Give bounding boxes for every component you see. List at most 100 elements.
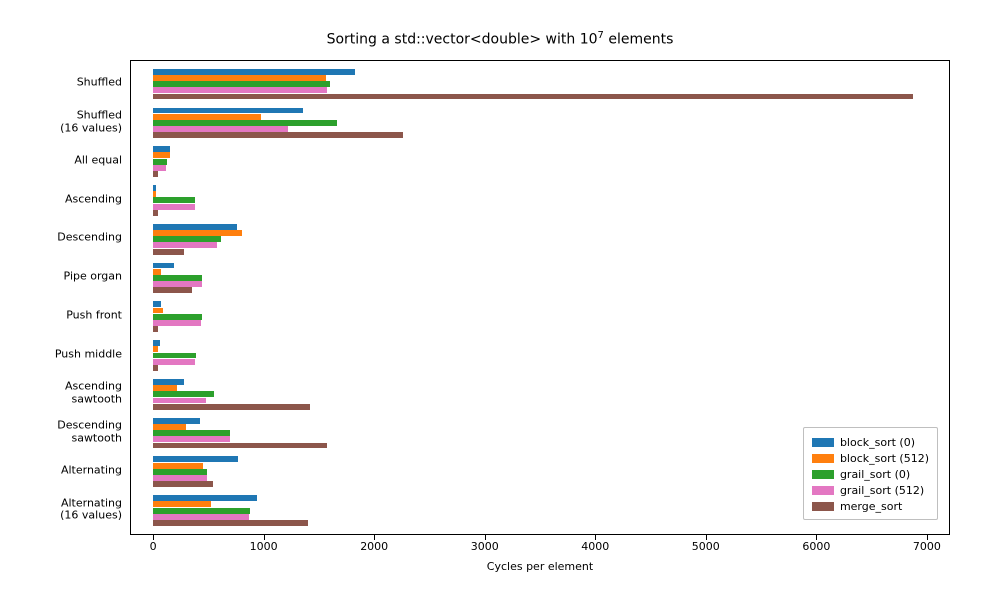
x-tick-label: 7000 xyxy=(913,540,941,553)
bar xyxy=(153,81,330,87)
y-tick-label: Alternating(16 values) xyxy=(0,497,122,522)
legend-label: grail_sort (0) xyxy=(840,468,910,481)
bar xyxy=(153,242,217,248)
bar xyxy=(153,463,203,469)
bar xyxy=(153,346,157,352)
bar xyxy=(153,391,214,397)
bar xyxy=(153,126,288,132)
x-tick-label: 6000 xyxy=(802,540,830,553)
bar xyxy=(153,308,163,314)
bar xyxy=(153,281,202,287)
bar xyxy=(153,443,327,449)
bar xyxy=(153,224,237,230)
legend-label: merge_sort xyxy=(840,500,902,513)
bar xyxy=(153,132,403,138)
y-tick-label: All equal xyxy=(0,154,122,167)
bar xyxy=(153,398,206,404)
bar xyxy=(153,210,157,216)
bar xyxy=(153,275,202,281)
bar xyxy=(153,379,184,385)
bar xyxy=(153,495,257,501)
bar xyxy=(153,87,327,93)
bar xyxy=(153,152,170,158)
bar xyxy=(153,191,156,197)
y-tick-label: Descendingsawtooth xyxy=(0,420,122,445)
y-tick-label: Ascending xyxy=(0,193,122,206)
bar xyxy=(153,249,184,255)
bar xyxy=(153,236,220,242)
legend-swatch xyxy=(812,486,834,495)
bar xyxy=(153,418,199,424)
legend-swatch xyxy=(812,502,834,511)
bar xyxy=(153,287,192,293)
bar xyxy=(153,120,336,126)
bar xyxy=(153,204,195,210)
bar xyxy=(153,520,308,526)
bar xyxy=(153,269,161,275)
legend-label: block_sort (0) xyxy=(840,436,915,449)
x-tick-label: 5000 xyxy=(692,540,720,553)
x-axis-label: Cycles per element xyxy=(130,560,950,573)
bar xyxy=(153,165,166,171)
chart-title: Sorting a std::vector<double> with 107 e… xyxy=(0,30,1000,48)
bar xyxy=(153,263,174,269)
bar xyxy=(153,508,250,514)
bar xyxy=(153,501,210,507)
bar xyxy=(153,481,213,487)
legend-swatch xyxy=(812,438,834,447)
bar xyxy=(153,385,177,391)
legend: block_sort (0) block_sort (512) grail_sort… xyxy=(803,427,938,520)
x-tick-label: 4000 xyxy=(581,540,609,553)
chart-title-suffix: elements xyxy=(604,32,673,48)
legend-label: grail_sort (512) xyxy=(840,484,924,497)
y-tick-label: Ascendingsawtooth xyxy=(0,381,122,406)
bar xyxy=(153,108,303,114)
bar xyxy=(153,340,160,346)
y-tick-label: Descending xyxy=(0,232,122,245)
x-tick-label: 3000 xyxy=(471,540,499,553)
bar xyxy=(153,197,195,203)
y-tick-label: Push front xyxy=(0,310,122,323)
x-tick-label: 2000 xyxy=(360,540,388,553)
bar xyxy=(153,436,230,442)
bar xyxy=(153,146,170,152)
bar xyxy=(153,469,207,475)
x-tick-label: 1000 xyxy=(250,540,278,553)
bar xyxy=(153,159,167,165)
legend-label: block_sort (512) xyxy=(840,452,929,465)
bar xyxy=(153,314,202,320)
y-tick-label: Push middle xyxy=(0,348,122,361)
bar xyxy=(153,75,325,81)
y-tick-label: Alternating xyxy=(0,465,122,478)
legend-item: block_sort (512) xyxy=(812,450,929,466)
bar xyxy=(153,475,207,481)
bar xyxy=(153,320,201,326)
bar xyxy=(153,230,241,236)
y-tick-label: Pipe organ xyxy=(0,271,122,284)
chart-title-prefix: Sorting a std::vector<double> with 10 xyxy=(327,32,598,48)
y-tick-label: Shuffled xyxy=(0,77,122,90)
bar xyxy=(153,430,230,436)
legend-item: block_sort (0) xyxy=(812,434,929,450)
legend-swatch xyxy=(812,454,834,463)
legend-swatch xyxy=(812,470,834,479)
bar xyxy=(153,94,912,100)
bar xyxy=(153,359,195,365)
x-tick-label: 0 xyxy=(150,540,157,553)
bar xyxy=(153,171,157,177)
legend-item: grail_sort (0) xyxy=(812,466,929,482)
bar xyxy=(153,514,249,520)
bar xyxy=(153,114,261,120)
bar xyxy=(153,353,196,359)
bar xyxy=(153,69,355,75)
legend-item: merge_sort xyxy=(812,498,929,514)
bar xyxy=(153,185,156,191)
bar xyxy=(153,404,310,410)
bar xyxy=(153,456,238,462)
bar xyxy=(153,301,161,307)
bar xyxy=(153,365,157,371)
legend-item: grail_sort (512) xyxy=(812,482,929,498)
bar xyxy=(153,326,157,332)
y-tick-label: Shuffled(16 values) xyxy=(0,109,122,134)
bar xyxy=(153,424,186,430)
